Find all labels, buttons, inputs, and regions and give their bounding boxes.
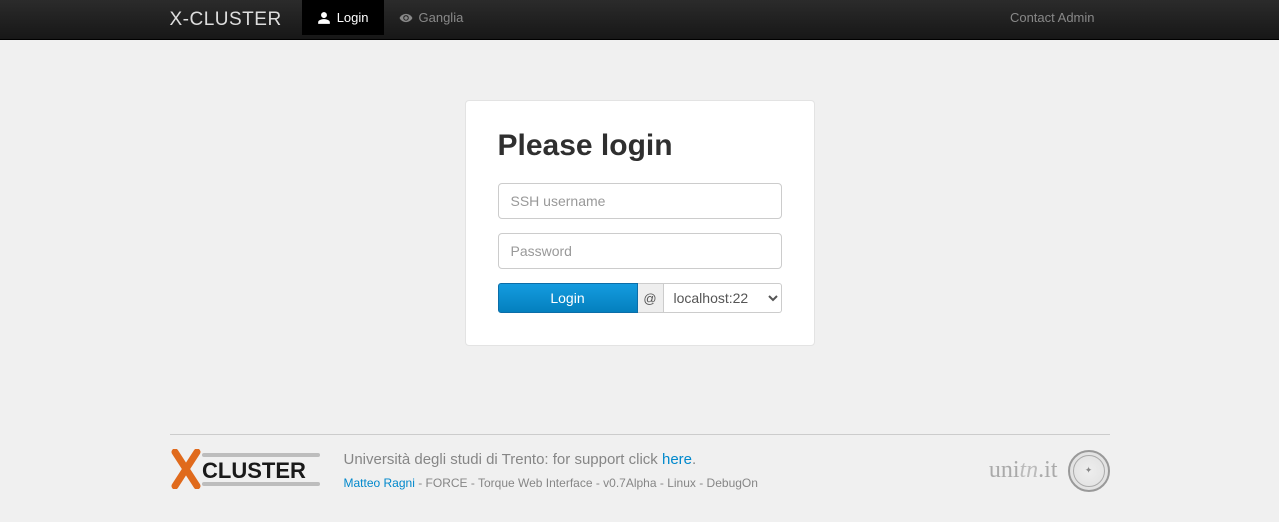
support-link[interactable]: here [662, 451, 692, 468]
credits-rest: - FORCE - Torque Web Interface - v0.7Alp… [415, 476, 758, 490]
nav-right: Contact Admin [995, 0, 1110, 39]
nav-ganglia-label: Ganglia [419, 10, 464, 25]
university-seal-icon: ✦ [1068, 450, 1110, 492]
support-line: Università degli studi di Trento: for su… [344, 451, 965, 468]
unitn-logo: unitn.it [989, 457, 1058, 484]
logo-text: CLUSTER [202, 458, 306, 483]
nav-contact-admin[interactable]: Contact Admin [995, 0, 1110, 35]
at-label: @ [638, 283, 664, 313]
footer: CLUSTER Università degli studi di Trento… [170, 434, 1110, 522]
login-row: Login @ localhost:22 [498, 283, 782, 313]
eye-icon [399, 11, 413, 25]
navbar-inner: X-CLUSTER Login Ganglia [170, 0, 1110, 39]
navbar: X-CLUSTER Login Ganglia [0, 0, 1279, 40]
support-prefix: Università degli studi di Trento: for su… [344, 451, 662, 468]
footer-text: Università degli studi di Trento: for su… [344, 451, 965, 490]
nav-left: Login Ganglia [302, 0, 479, 39]
credits-author[interactable]: Matteo Ragni [344, 476, 415, 490]
unitn-prefix: uni [989, 457, 1020, 483]
host-select[interactable]: localhost:22 [664, 283, 782, 313]
seal-inner: ✦ [1085, 465, 1093, 476]
footer-right: unitn.it ✦ [989, 450, 1110, 492]
support-suffix: . [692, 451, 696, 468]
unitn-italic: tn [1019, 457, 1038, 483]
brand[interactable]: X-CLUSTER [170, 0, 302, 39]
password-input[interactable] [498, 233, 782, 269]
nav-login[interactable]: Login [302, 0, 384, 35]
credits-line: Matteo Ragni - FORCE - Torque Web Interf… [344, 476, 965, 490]
nav-login-label: Login [337, 10, 369, 25]
nav-ganglia[interactable]: Ganglia [384, 0, 479, 35]
user-icon [317, 11, 331, 25]
login-box: Please login Login @ localhost:22 [465, 100, 815, 346]
unitn-suffix: .it [1038, 457, 1057, 483]
login-button[interactable]: Login [498, 283, 638, 313]
nav-contact-label: Contact Admin [1010, 10, 1095, 25]
username-input[interactable] [498, 183, 782, 219]
xcluster-logo: CLUSTER [170, 449, 320, 492]
login-heading: Please login [498, 129, 782, 163]
main: Please login Login @ localhost:22 [0, 40, 1279, 434]
